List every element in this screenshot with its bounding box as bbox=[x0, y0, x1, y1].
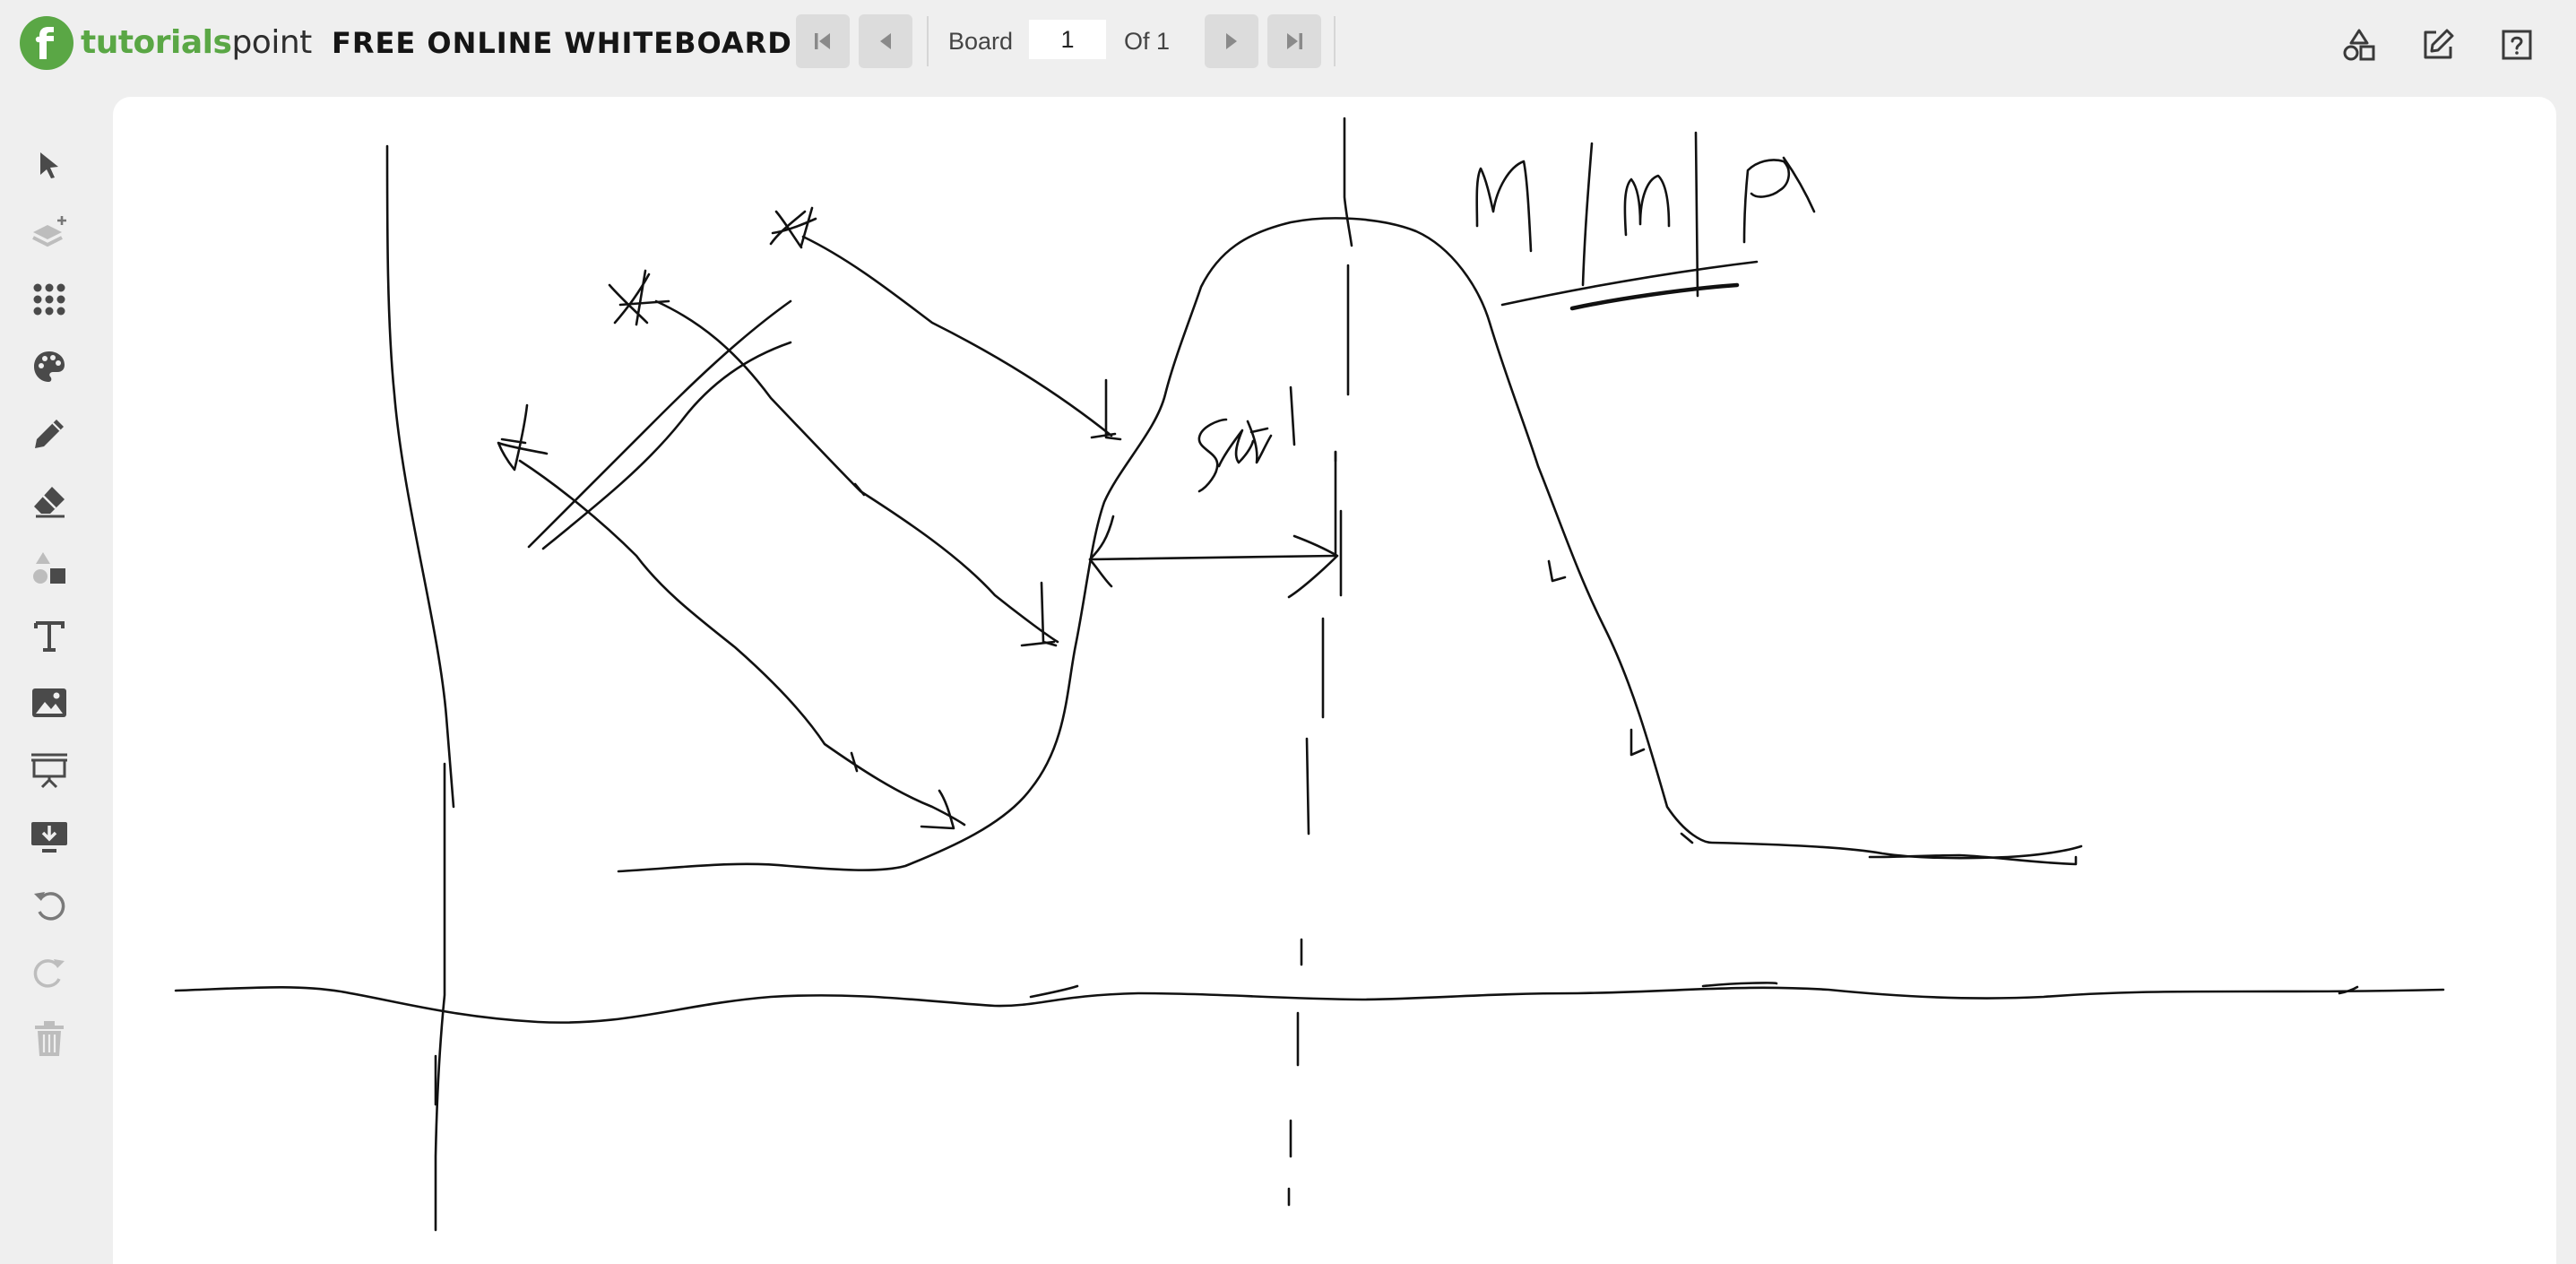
next-page-icon bbox=[1226, 33, 1237, 49]
brand-wordmark: tutorialspoint bbox=[81, 27, 312, 59]
sketch-curve-tick bbox=[1629, 728, 1646, 757]
sketch-arrow-middle-head bbox=[1020, 581, 1058, 647]
layers-add-icon bbox=[32, 216, 66, 247]
tutorialspoint-logo-icon bbox=[20, 16, 73, 70]
prev-page-button[interactable] bbox=[859, 14, 912, 68]
download-icon bbox=[31, 822, 67, 853]
board-label: Board bbox=[948, 28, 1014, 55]
eraser-icon bbox=[34, 487, 65, 518]
shapes-icon bbox=[2343, 29, 2375, 61]
select-tool[interactable] bbox=[25, 141, 73, 189]
pencil-tool[interactable] bbox=[25, 410, 73, 458]
sketch-arrow-middle bbox=[654, 299, 1059, 644]
sketch-vertical-axis bbox=[385, 144, 455, 809]
edit-icon bbox=[2424, 29, 2454, 59]
trash-icon bbox=[35, 1021, 64, 1056]
sketch-axis-stub bbox=[1029, 984, 1079, 999]
text-tool[interactable] bbox=[25, 611, 73, 660]
undo-button[interactable] bbox=[25, 880, 73, 929]
sketch-divider-bar bbox=[1694, 131, 1699, 298]
whiteboard-canvas[interactable] bbox=[113, 97, 2556, 1264]
sketch-arrow-upper-head bbox=[1090, 378, 1122, 441]
shapes-tool[interactable] bbox=[25, 544, 73, 593]
presentation-tool[interactable] bbox=[25, 746, 73, 794]
text-icon bbox=[34, 621, 65, 652]
sketch-peak-curve bbox=[617, 217, 2083, 873]
image-tool[interactable] bbox=[25, 679, 73, 727]
board-number-input[interactable] bbox=[1029, 20, 1106, 59]
shapes-tool-icon bbox=[33, 552, 65, 584]
sketch-slanted-line bbox=[527, 299, 792, 549]
board-total-label: Of 1 bbox=[1124, 28, 1171, 55]
first-page-button[interactable] bbox=[796, 14, 850, 68]
divider bbox=[1334, 16, 1336, 66]
sketch-underline-bold bbox=[1569, 282, 1740, 311]
left-toolbar bbox=[0, 134, 99, 1067]
sketch-slanted-line bbox=[541, 341, 792, 550]
add-layer-tool[interactable] bbox=[25, 208, 73, 256]
pencil-icon bbox=[35, 420, 64, 448]
color-tool[interactable] bbox=[25, 342, 73, 391]
sketch-small-tick bbox=[853, 482, 866, 497]
sketch-arrow-head-right bbox=[1287, 534, 1339, 599]
sketch-width-arrow bbox=[1088, 554, 1337, 561]
dots-grid-icon bbox=[33, 283, 65, 316]
brand-wordmark-light: point bbox=[231, 24, 312, 61]
sketch-arrow-upper bbox=[801, 235, 1113, 437]
redo-icon bbox=[33, 959, 65, 988]
sketch-vertical-axis-lower bbox=[434, 762, 446, 1232]
undo-icon bbox=[34, 892, 65, 921]
download-tool[interactable] bbox=[25, 813, 73, 861]
first-page-icon bbox=[815, 33, 830, 49]
shapes-menu-button[interactable] bbox=[2339, 25, 2379, 65]
sketch-axis-stub bbox=[1701, 982, 1778, 988]
drawing-layer[interactable] bbox=[113, 97, 2556, 1264]
divider bbox=[927, 16, 929, 66]
brand-logo[interactable]: tutorialspoint bbox=[20, 16, 312, 70]
sketch-divider-bar bbox=[1581, 142, 1594, 287]
palette-icon bbox=[34, 351, 65, 382]
edit-button[interactable] bbox=[2418, 25, 2458, 65]
sketch-center-line bbox=[1343, 117, 1353, 247]
sketch-letter-p bbox=[1742, 156, 1816, 244]
brand-wordmark-bold: tutorials bbox=[81, 24, 232, 61]
last-page-icon bbox=[1287, 33, 1302, 49]
app-title: FREE ONLINE WHITEBOARD bbox=[332, 26, 792, 60]
presentation-icon bbox=[31, 753, 67, 789]
help-icon bbox=[2502, 30, 2532, 60]
sketch-handwritten-label bbox=[1197, 385, 1296, 493]
sketch-star bbox=[608, 269, 670, 326]
prev-page-icon bbox=[880, 33, 891, 49]
sketch-letter-m-upper bbox=[1475, 160, 1533, 253]
grid-tool[interactable] bbox=[25, 275, 73, 324]
sketch-curve-tick bbox=[1680, 832, 1694, 844]
sketch-curve-tick bbox=[1547, 559, 1567, 583]
next-page-button[interactable] bbox=[1205, 14, 1258, 68]
sketch-dashed-line bbox=[1287, 264, 1350, 1207]
sketch-arrow-head-left bbox=[1088, 515, 1115, 588]
sketch-horizontal-axis bbox=[174, 986, 2445, 1024]
help-button[interactable] bbox=[2497, 25, 2537, 65]
top-bar: tutorialspoint FREE ONLINE WHITEBOARD Bo… bbox=[0, 0, 2576, 82]
last-page-button[interactable] bbox=[1267, 14, 1321, 68]
image-icon bbox=[32, 688, 66, 717]
redo-button[interactable] bbox=[25, 948, 73, 996]
sketch-star bbox=[769, 206, 817, 249]
pointer-icon bbox=[40, 152, 58, 178]
sketch-cross bbox=[497, 403, 549, 472]
delete-button[interactable] bbox=[25, 1015, 73, 1063]
sketch-right-tail bbox=[1868, 853, 2078, 866]
eraser-tool[interactable] bbox=[25, 477, 73, 525]
sketch-letter-m-lower bbox=[1623, 174, 1671, 237]
